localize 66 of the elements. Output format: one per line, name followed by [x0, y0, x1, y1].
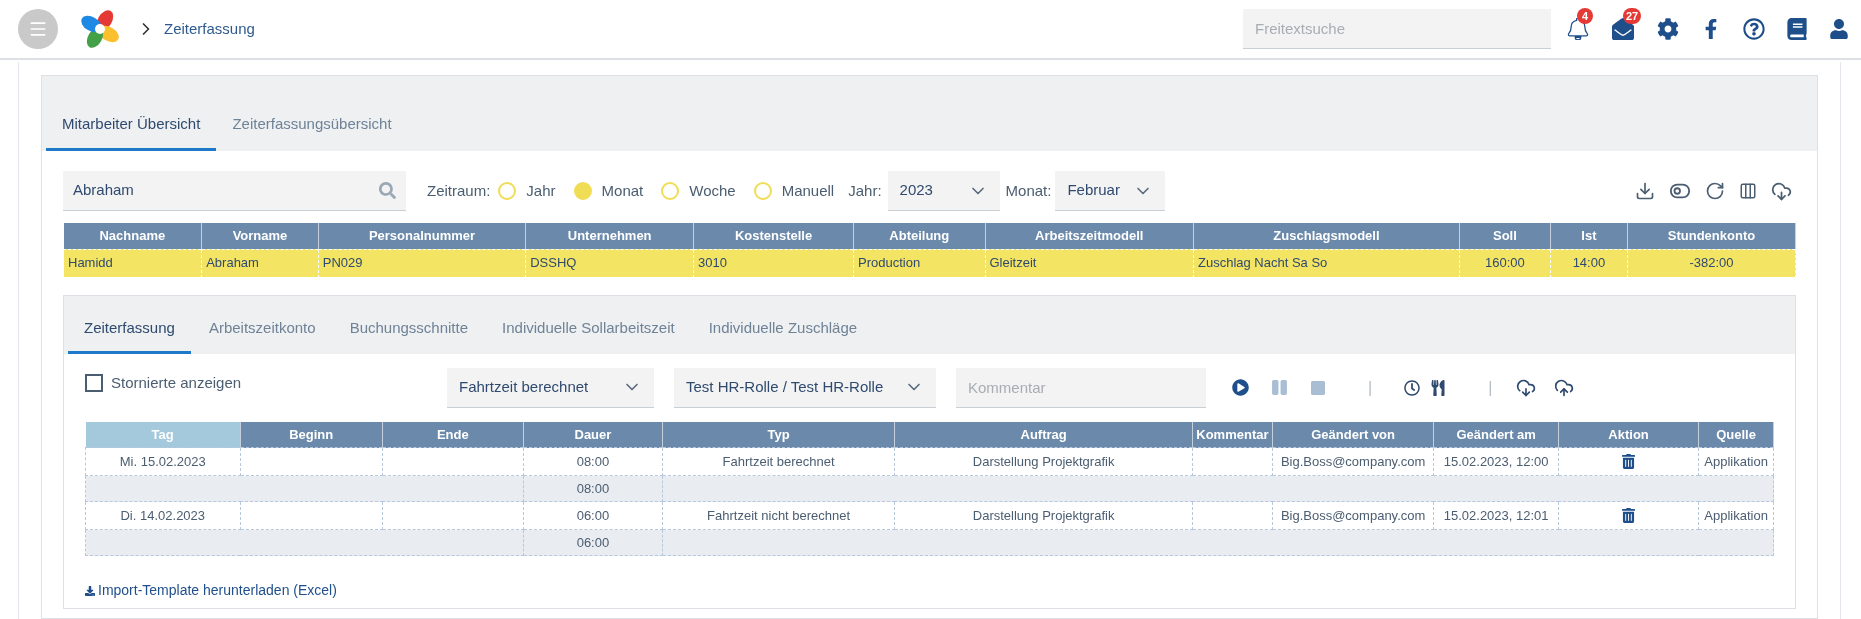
search-field[interactable]: Freitextsuche: [1243, 9, 1551, 49]
table-cell: Mi. 15.02.2023: [85, 447, 241, 476]
table-cell: 06:00: [523, 501, 663, 530]
table-cell: Zuschlag Nacht Sa So: [1193, 249, 1460, 277]
detail-tab[interactable]: Individuelle Zuschläge: [692, 305, 874, 354]
role-select[interactable]: Test HR-Rolle / Test HR-Rolle: [674, 367, 936, 408]
period-radio[interactable]: Manuell: [753, 179, 835, 203]
employee-row[interactable]: Hamidd Abraham PN029 DSSHQ 3010 Production Gleitzeit Zuschlag Nacht Sa So 160:00 14:00 -382:00: [63, 249, 1796, 277]
notification-badge: 4: [1577, 8, 1593, 24]
column-header[interactable]: Kommentar: [1192, 421, 1273, 448]
table-cell: 06:00: [523, 529, 663, 556]
table-cell: Gleitzeit: [985, 249, 1194, 277]
table-cell: Fahrtzeit berechnet: [662, 447, 895, 476]
message-badge: 27: [1623, 8, 1642, 24]
period-radio[interactable]: Woche: [661, 179, 736, 203]
table-cell: Darstellung Projektgrafik: [894, 447, 1193, 476]
cancelled-checkbox[interactable]: Stornierte anzeigen: [85, 367, 447, 394]
column-header[interactable]: Typ: [662, 421, 895, 448]
import-template-link[interactable]: Import-Template herunterladen (Excel): [85, 580, 337, 601]
year-select[interactable]: 2023: [887, 171, 1000, 211]
column-header[interactable]: Dauer: [523, 421, 663, 448]
table-cell: Big.Boss@company.com: [1272, 447, 1434, 476]
month-select[interactable]: Februar: [1055, 171, 1166, 211]
detail-tab[interactable]: Zeiterfassung: [68, 305, 191, 354]
table-cell: Fahrtzeit nicht berechnet: [662, 501, 895, 530]
column-header[interactable]: Beginn: [240, 421, 383, 448]
type-select[interactable]: Fahrtzeit berechnet: [447, 367, 654, 408]
column-header[interactable]: Aktion: [1558, 421, 1699, 448]
toolbar-separator: |: [1488, 377, 1493, 398]
table-cell: 3010: [693, 249, 854, 277]
period-label: Zeitraum:: [427, 180, 491, 201]
employee-search-field[interactable]: Abraham: [63, 171, 406, 211]
toolbar-separator: |: [1368, 377, 1373, 398]
year-label: Jahr:: [848, 180, 882, 201]
table-cell: Abraham: [201, 249, 319, 277]
table-cell: PN029: [318, 249, 526, 277]
detail-tab[interactable]: Arbeitszeitkonto: [192, 305, 332, 354]
column-header[interactable]: Geändert am: [1433, 421, 1559, 448]
table-cell: -382:00: [1627, 249, 1796, 277]
column-header[interactable]: Auftrag: [894, 421, 1193, 448]
column-header[interactable]: Geändert von: [1272, 421, 1434, 448]
table-cell: 15.02.2023, 12:00: [1433, 447, 1559, 476]
table-cell: 14:00: [1550, 249, 1628, 277]
table-cell: Applikation: [1698, 447, 1774, 476]
column-header[interactable]: Quelle: [1698, 421, 1774, 448]
period-radio[interactable]: Jahr: [498, 179, 556, 203]
detail-tab[interactable]: Individuelle Sollarbeitszeit: [486, 305, 691, 354]
table-cell: Darstellung Projektgrafik: [894, 501, 1193, 530]
column-header[interactable]: Ende: [382, 421, 524, 448]
table-cell: DSSHQ: [525, 249, 694, 277]
table-cell: Big.Boss@company.com: [1272, 501, 1434, 530]
period-radio[interactable]: Monat: [573, 179, 644, 203]
table-cell: Di. 14.02.2023: [85, 501, 241, 530]
search-value: Abraham: [73, 180, 134, 201]
breadcrumb-link[interactable]: Zeiterfassung: [164, 17, 255, 41]
table-cell: Applikation: [1698, 501, 1774, 530]
table-cell: 08:00: [523, 475, 663, 502]
table-cell: 08:00: [523, 447, 663, 476]
table-cell: 15.02.2023, 12:01: [1433, 501, 1559, 530]
comment-field[interactable]: Kommentar: [956, 367, 1206, 408]
table-cell: 160:00: [1459, 249, 1551, 277]
main-tab[interactable]: Zeiterfassungsübersicht: [216, 101, 408, 151]
table-cell: Production: [853, 249, 985, 277]
detail-tab[interactable]: Buchungsschnitte: [333, 305, 485, 354]
month-label: Monat:: [1005, 180, 1052, 201]
table-cell: Hamidd: [63, 249, 202, 277]
